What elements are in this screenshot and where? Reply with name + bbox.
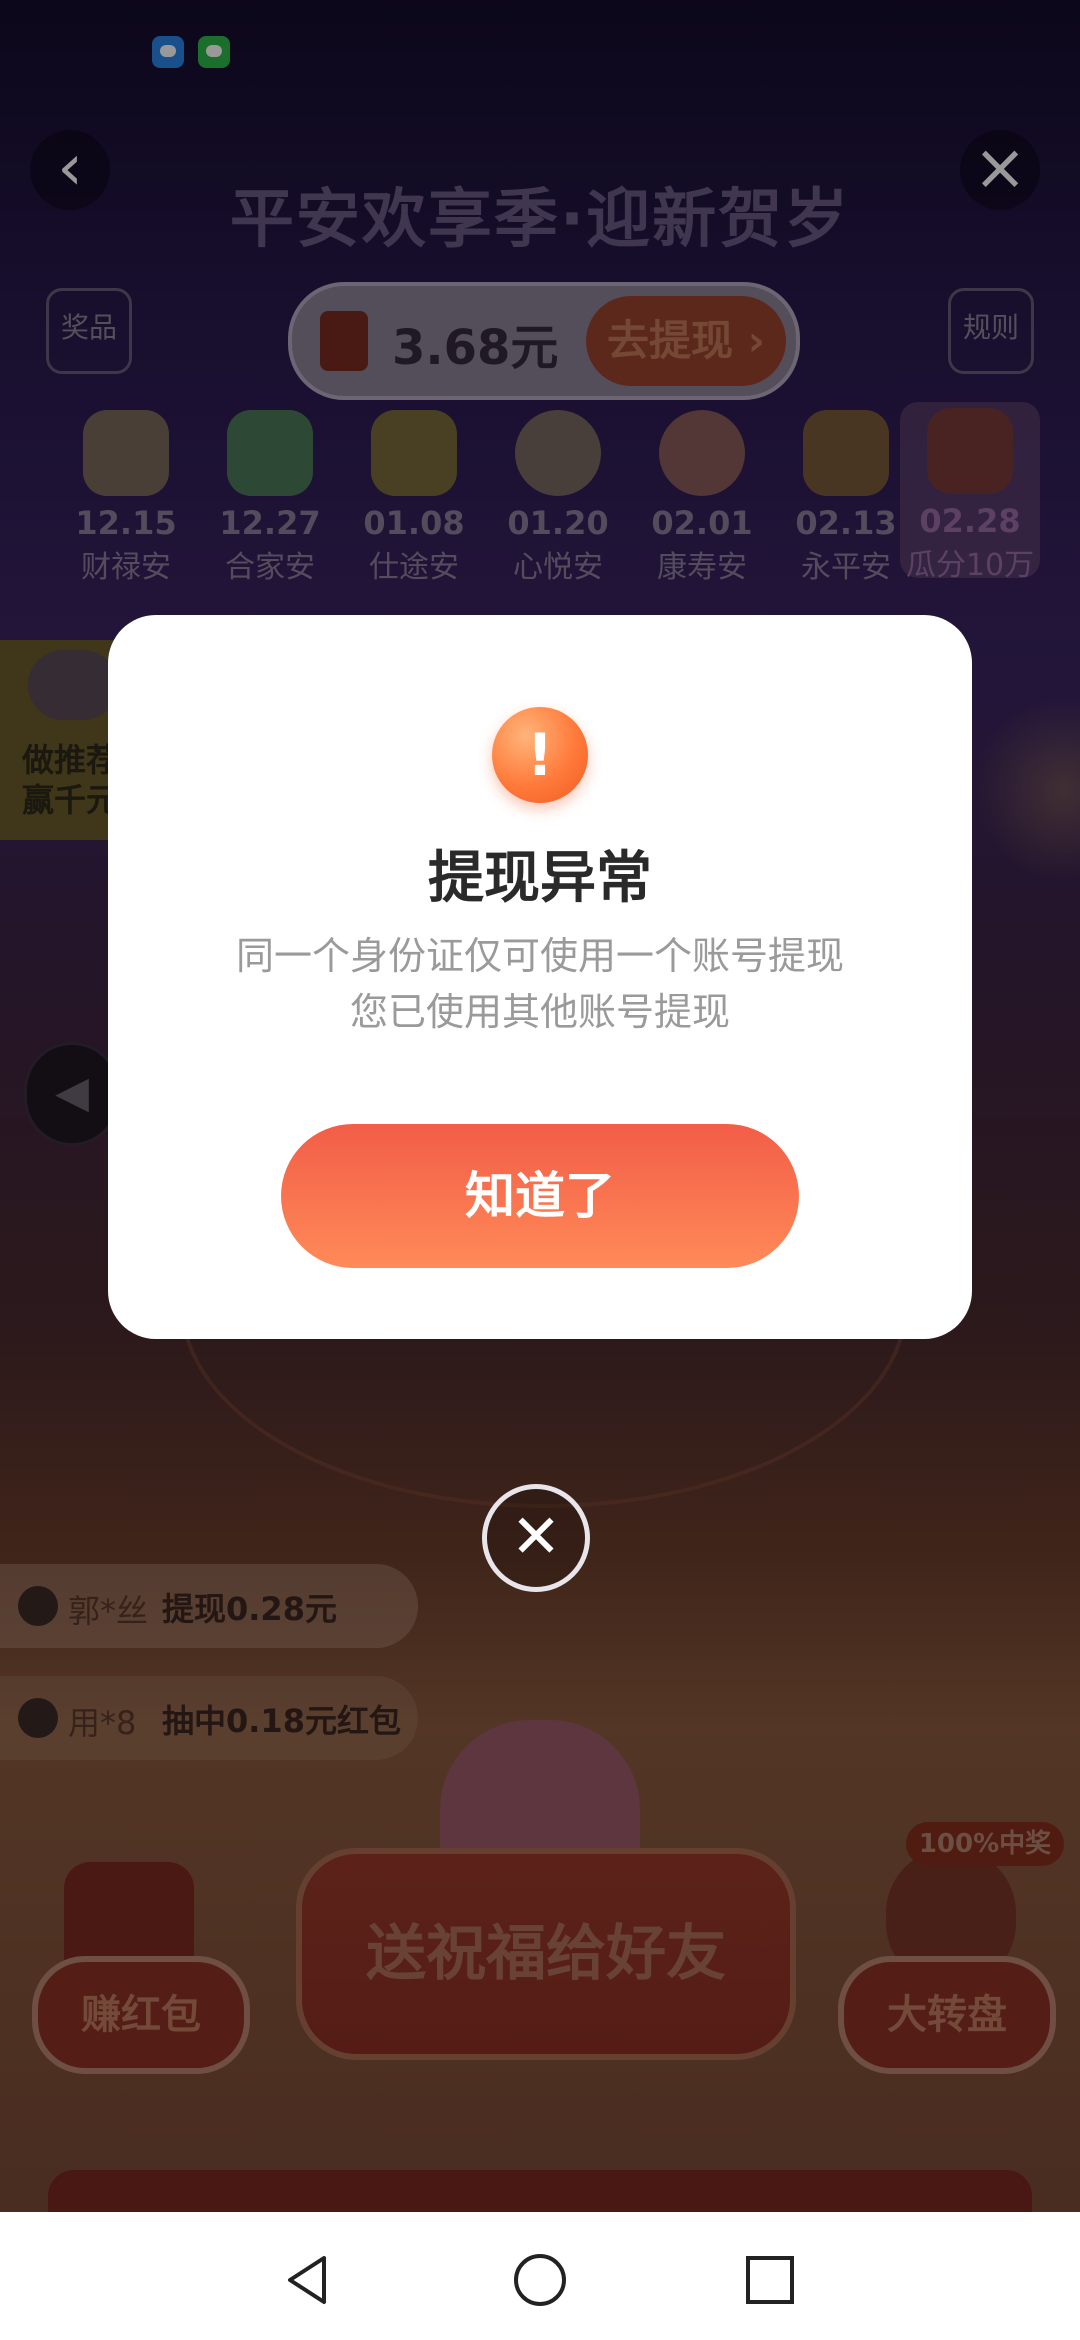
close-circle-icon: ✕ <box>510 1502 562 1572</box>
dialog-close-button[interactable]: ✕ <box>482 1484 590 1592</box>
got-it-button[interactable]: 知道了 <box>281 1124 799 1268</box>
nav-home-icon[interactable] <box>512 2252 568 2308</box>
exclamation-icon: ! <box>492 707 588 803</box>
app-root: ‹ × 平安欢享季·迎新贺岁 奖品 规则 3.68元 去提现 › 12.15 财… <box>0 0 1080 2340</box>
nav-recent-icon[interactable] <box>742 2252 798 2308</box>
dialog-message-line1: 同一个身份证仅可使用一个账号提现 <box>235 934 844 978</box>
nav-back-icon[interactable] <box>280 2252 336 2308</box>
system-navigation-bar <box>0 2212 1080 2340</box>
withdraw-error-dialog: ! 提现异常 同一个身份证仅可使用一个账号提现 您已使用其他账号提现 知道了 <box>108 615 972 1339</box>
dialog-title: 提现异常 <box>428 846 652 911</box>
dialog-message-line2: 您已使用其他账号提现 <box>349 990 730 1034</box>
